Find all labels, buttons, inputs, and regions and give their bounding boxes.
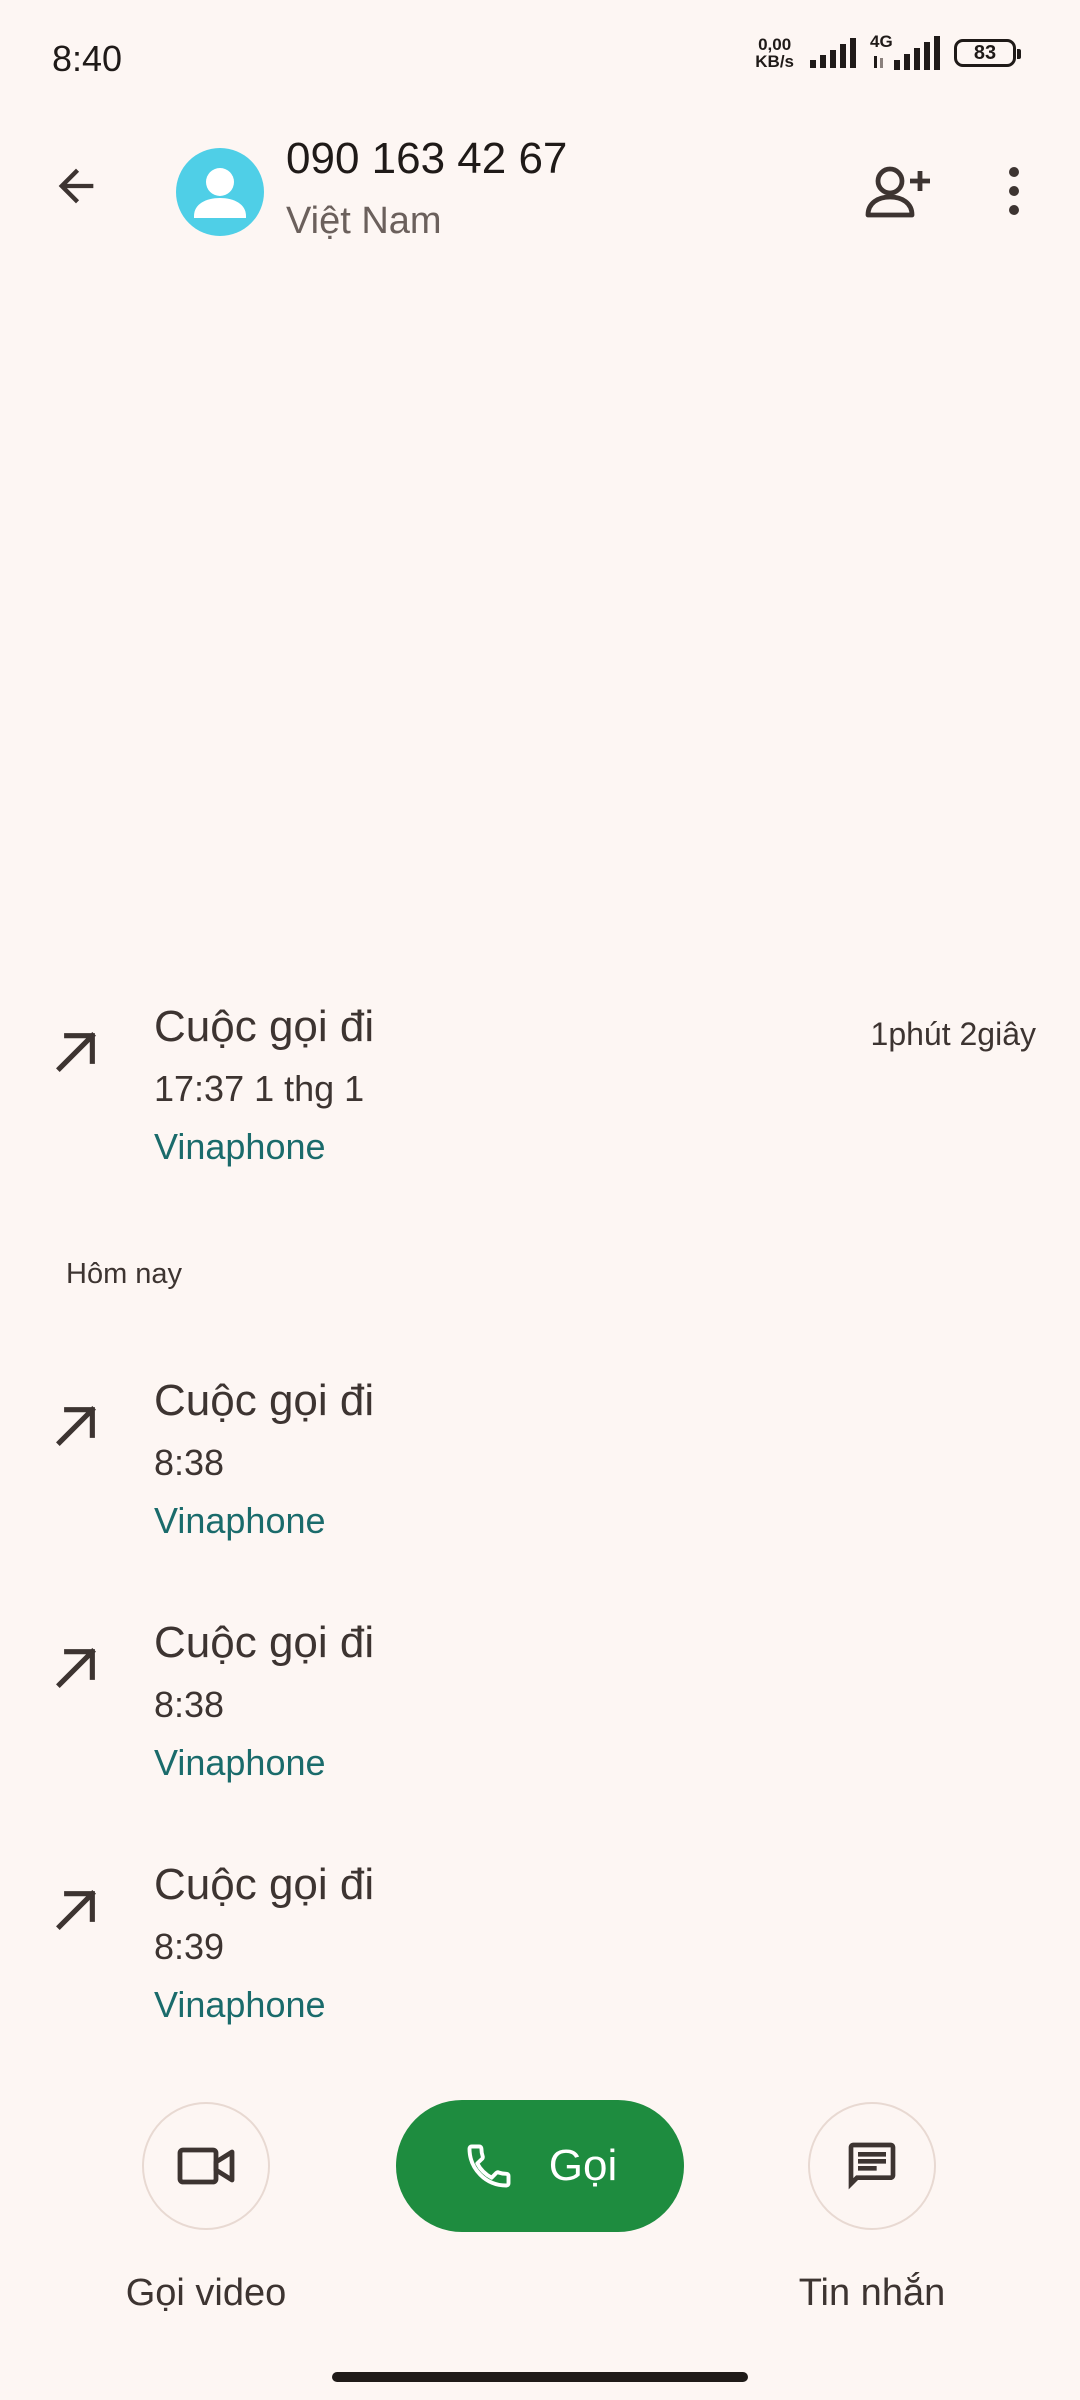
status-icons: 0,00 KB/s 4G 83 [755, 32, 1021, 70]
call-log-entry[interactable]: Cuộc gọi đi 8:38 Vinaphone [0, 1618, 1080, 1818]
message-button[interactable] [808, 2102, 936, 2230]
call-type: Cuộc gọi đi [154, 1618, 375, 1667]
call-carrier: Vinaphone [154, 1742, 326, 1783]
add-contact-button[interactable] [858, 156, 938, 226]
videocam-icon [177, 2147, 235, 2185]
arrow-left-icon [58, 168, 94, 204]
signal-icon [810, 38, 856, 68]
call-time: 8:38 [154, 1442, 225, 1483]
call-type: Cuộc gọi đi [154, 1002, 375, 1051]
section-header-today: Hôm nay [66, 1258, 183, 1290]
call-carrier: Vinaphone [154, 1500, 326, 1541]
battery-indicator: 83 [954, 39, 1021, 67]
contact-region: Việt Nam [286, 200, 442, 242]
call-carrier: Vinaphone [154, 1984, 326, 2025]
call-carrier: Vinaphone [154, 1126, 326, 1167]
call-type: Cuộc gọi đi [154, 1376, 375, 1425]
status-time: 8:40 [52, 38, 123, 79]
back-button[interactable] [40, 150, 112, 222]
network-speed: 0,00 KB/s [755, 36, 794, 70]
person-add-icon [865, 166, 930, 218]
call-log-entry[interactable]: Cuộc gọi đi 8:39 Vinaphone [0, 1860, 1080, 2060]
avatar [176, 148, 264, 236]
network-speed-unit: KB/s [755, 52, 794, 71]
call-button-label: Gọi [548, 2141, 618, 2190]
video-call-button[interactable] [142, 2102, 270, 2230]
contact-number: 090 163 42 67 [286, 134, 568, 183]
call-log-entry[interactable]: Cuộc gọi đi 17:37 1 thg 1 Vinaphone 1phú… [0, 1002, 1080, 1202]
message-label: Tin nhắn [798, 2272, 946, 2314]
call-duration: 1phút 2giây [870, 1016, 1036, 1052]
home-indicator[interactable] [332, 2372, 748, 2382]
network-speed-value: 0,00 [758, 35, 792, 54]
call-made-icon [56, 1890, 96, 1930]
video-call-label: Gọi video [125, 2272, 287, 2314]
phone-icon [467, 2144, 511, 2188]
call-time: 8:38 [154, 1684, 225, 1725]
message-icon [848, 2142, 896, 2190]
more-options-button[interactable] [986, 156, 1042, 226]
call-made-icon [56, 1648, 96, 1688]
more-vert-icon [1009, 167, 1019, 215]
call-time: 8:39 [154, 1926, 225, 1967]
call-type: Cuộc gọi đi [154, 1860, 375, 1909]
call-time: 17:37 1 thg 1 [154, 1068, 365, 1109]
call-button[interactable]: Gọi [396, 2100, 684, 2232]
call-made-icon [56, 1406, 96, 1446]
person-icon [194, 168, 246, 218]
signal-4g-icon: 4G [870, 32, 940, 70]
call-log-entry[interactable]: Cuộc gọi đi 8:38 Vinaphone [0, 1376, 1080, 1576]
call-made-icon [56, 1032, 96, 1072]
